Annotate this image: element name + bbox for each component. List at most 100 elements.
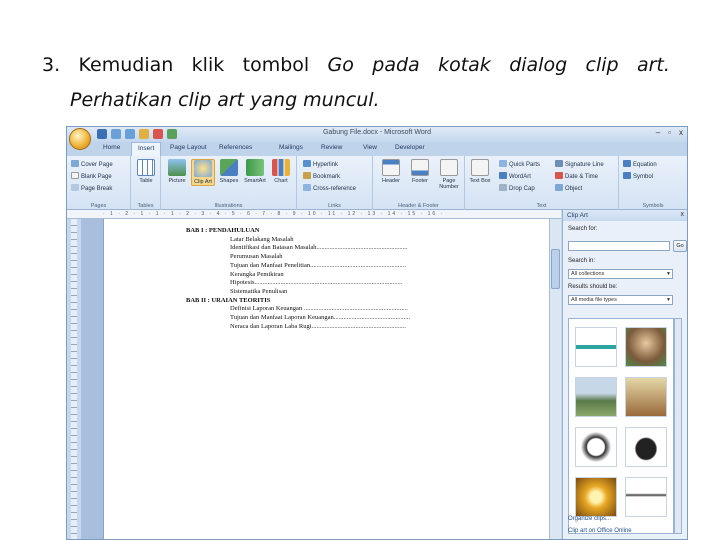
clip-thumbnail[interactable]	[575, 477, 617, 517]
bookmark-icon	[303, 172, 311, 179]
blank-page-icon	[71, 172, 79, 179]
ribbon-group-header-footer: Header Footer Page Number Header & Foote…	[373, 156, 465, 210]
ribbon: Cover Page Blank Page Page Break Pages T…	[67, 156, 687, 210]
tab-home[interactable]: Home	[103, 144, 120, 151]
header-button[interactable]: Header	[377, 159, 405, 184]
ribbon-group-symbols: Equation Symbol Symbols	[619, 156, 687, 210]
clip-art-online-link[interactable]: Clip art on Office Online	[568, 528, 632, 534]
results-type-select[interactable]: All media file types ▼	[568, 295, 673, 305]
picture-button[interactable]: Picture	[165, 159, 189, 184]
ribbon-group-pages: Cover Page Blank Page Page Break Pages	[67, 156, 131, 210]
cross-reference-button[interactable]: Cross-reference	[303, 184, 356, 192]
clip-thumbnail[interactable]	[625, 377, 667, 417]
ribbon-group-tables: Table Tables	[131, 156, 161, 210]
tab-review[interactable]: Review	[321, 144, 342, 151]
blank-page-button[interactable]: Blank Page	[71, 172, 112, 180]
go-button[interactable]: Go	[673, 240, 687, 252]
horizontal-ruler[interactable]: · 1 · 2 · 1 · 1 · 1 · 2 · 3 · 4 · 5 · 6 …	[67, 210, 561, 219]
clip-thumbnail[interactable]	[575, 427, 617, 467]
ribbon-tabs: Home Insert Page Layout References Maili…	[67, 142, 687, 156]
clip-thumbnail[interactable]	[575, 327, 617, 367]
search-input[interactable]	[568, 241, 670, 251]
close-button[interactable]: x	[679, 128, 683, 137]
ribbon-group-illustrations: Picture Clip Art Shapes SmartArt Chart I…	[161, 156, 297, 210]
equation-button[interactable]: Equation	[623, 160, 657, 168]
quick-parts-button[interactable]: Quick Parts	[499, 160, 540, 168]
toc-heading: BAB II : URAIAN TEORITIS	[186, 296, 271, 304]
footer-button[interactable]: Footer	[406, 159, 434, 184]
word: clip	[585, 54, 619, 76]
cover-page-button[interactable]: Cover Page	[71, 160, 113, 168]
smartart-button[interactable]: SmartArt	[243, 159, 267, 184]
document-scrollbar[interactable]	[549, 219, 561, 539]
minimize-button[interactable]: –	[656, 128, 660, 137]
group-label: Tables	[137, 203, 154, 209]
tab-insert[interactable]: Insert	[131, 142, 162, 156]
cross-reference-icon	[303, 184, 311, 191]
header-icon	[382, 159, 400, 176]
tab-page-layout[interactable]: Page Layout	[170, 144, 207, 151]
page-number-button[interactable]: Page Number	[435, 159, 463, 190]
group-label: Links	[328, 203, 341, 209]
results-should-be-label: Results should be:	[568, 284, 618, 290]
office-button[interactable]	[69, 128, 91, 150]
word: klik	[191, 54, 225, 76]
pane-close-icon[interactable]: x	[681, 211, 685, 218]
toc-line: Tujuan dan Manfaat Penelitian...........…	[230, 261, 406, 269]
instruction-line-2: Perhatikan clip art yang muncul.	[70, 89, 380, 111]
symbol-button[interactable]: Symbol	[623, 172, 653, 180]
document-page[interactable]: BAB I : PENDAHULUAN Latar Belakang Masal…	[103, 219, 551, 539]
page-break-icon	[71, 184, 79, 191]
equation-icon	[623, 160, 631, 167]
wordart-icon	[499, 172, 507, 179]
tab-developer[interactable]: Developer	[395, 144, 425, 151]
cover-page-icon	[71, 160, 79, 167]
search-in-select[interactable]: All collections ▼	[568, 269, 673, 279]
signature-line-icon	[555, 160, 563, 167]
toc-line: Neraca dan Laporan Laba Rugi............…	[230, 322, 406, 330]
vertical-ruler[interactable]	[71, 219, 77, 539]
clip-thumbnail[interactable]	[625, 327, 667, 367]
footer-icon	[411, 159, 429, 176]
shapes-button[interactable]: Shapes	[217, 159, 241, 184]
results-scrollbar[interactable]	[674, 318, 682, 534]
page-break-button[interactable]: Page Break	[71, 184, 112, 192]
text-box-button[interactable]: Text Box	[469, 159, 491, 184]
clip-thumbnail[interactable]	[575, 377, 617, 417]
chevron-down-icon: ▼	[666, 297, 671, 303]
clip-art-pane: Clip Art x Search for: Go Search in: All…	[562, 210, 687, 539]
window-controls: – ▫ x	[656, 128, 683, 137]
signature-line-button[interactable]: Signature Line	[555, 160, 604, 168]
toc-line: Tujuan dan Manfaat Laporan Keuangan.....…	[230, 314, 411, 322]
date-time-button[interactable]: Date & Time	[555, 172, 598, 180]
drop-cap-button[interactable]: Drop Cap	[499, 184, 535, 192]
tab-view[interactable]: View	[363, 144, 377, 151]
pane-title: Clip Art x	[563, 210, 687, 221]
chart-button[interactable]: Chart	[269, 159, 293, 184]
toc-line: Definisi Laporan Keuangan ..............…	[230, 305, 408, 313]
maximize-button[interactable]: ▫	[668, 128, 671, 137]
word: art.	[636, 54, 670, 76]
bookmark-button[interactable]: Bookmark	[303, 172, 340, 180]
ribbon-group-text: Text Box Quick Parts WordArt Drop Cap Si…	[465, 156, 619, 210]
organize-clips-link[interactable]: Organize clips...	[568, 516, 611, 522]
clip-art-button[interactable]: Clip Art	[191, 159, 215, 186]
hyperlink-button[interactable]: Hyperlink	[303, 160, 338, 168]
scroll-thumb[interactable]	[551, 249, 560, 289]
ribbon-group-links: Hyperlink Bookmark Cross-reference Links	[297, 156, 373, 210]
word: Go	[327, 54, 354, 76]
clip-thumbnail[interactable]	[625, 427, 667, 467]
window-title: Gabung File.docx - Microsoft Word	[322, 129, 432, 136]
toc-line: Latar Belakang Masalah	[230, 235, 294, 243]
quick-parts-icon	[499, 160, 507, 167]
table-button[interactable]: Table	[134, 159, 158, 184]
tab-references[interactable]: References	[219, 144, 252, 151]
shapes-icon	[220, 159, 238, 176]
tab-mailings[interactable]: Mailings	[279, 144, 303, 151]
object-button[interactable]: Object	[555, 184, 582, 192]
word-window: Gabung File.docx - Microsoft Word – ▫ x …	[66, 126, 688, 540]
clip-thumbnail[interactable]	[625, 477, 667, 517]
toc-line: Sistematika Penulisan	[230, 287, 288, 295]
wordart-button[interactable]: WordArt	[499, 172, 531, 180]
toc-line: Kerangka Pemikiran	[230, 270, 284, 278]
